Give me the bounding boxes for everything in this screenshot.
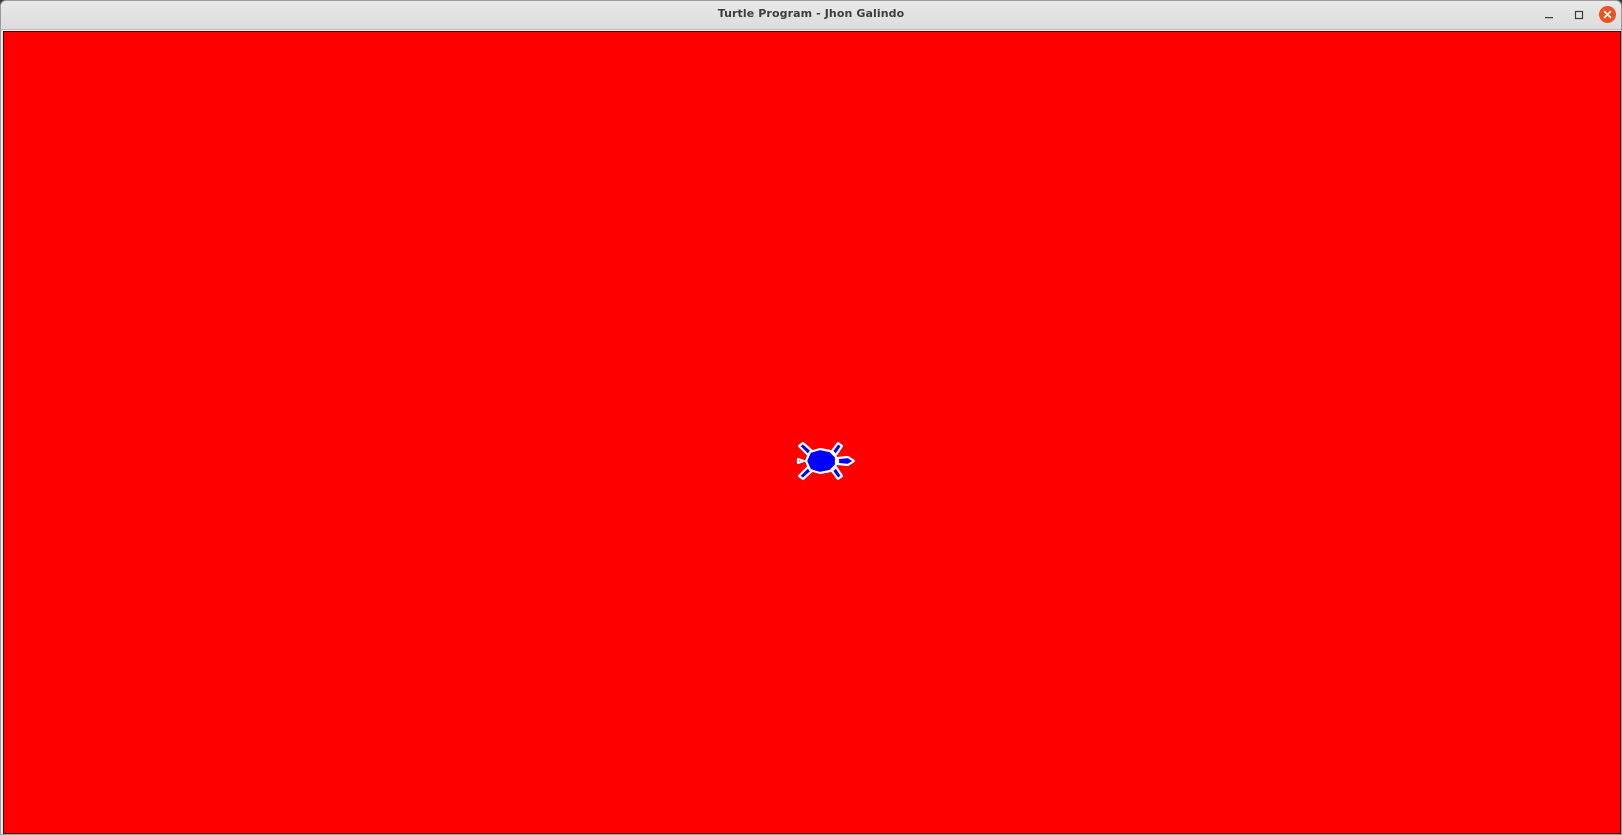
minimize-icon xyxy=(1545,17,1553,19)
maximize-icon xyxy=(1574,10,1584,20)
maximize-button[interactable] xyxy=(1571,7,1587,23)
minimize-button[interactable] xyxy=(1541,7,1557,23)
title-bar[interactable]: Turtle Program - Jhon Galindo xyxy=(1,1,1621,30)
turtle-icon xyxy=(796,441,856,481)
close-icon xyxy=(1603,10,1612,19)
turtle-canvas[interactable] xyxy=(3,31,1621,834)
close-button[interactable] xyxy=(1599,6,1616,23)
turtle-window: Turtle Program - Jhon Galindo xyxy=(0,0,1622,835)
window-title: Turtle Program - Jhon Galindo xyxy=(717,7,905,20)
